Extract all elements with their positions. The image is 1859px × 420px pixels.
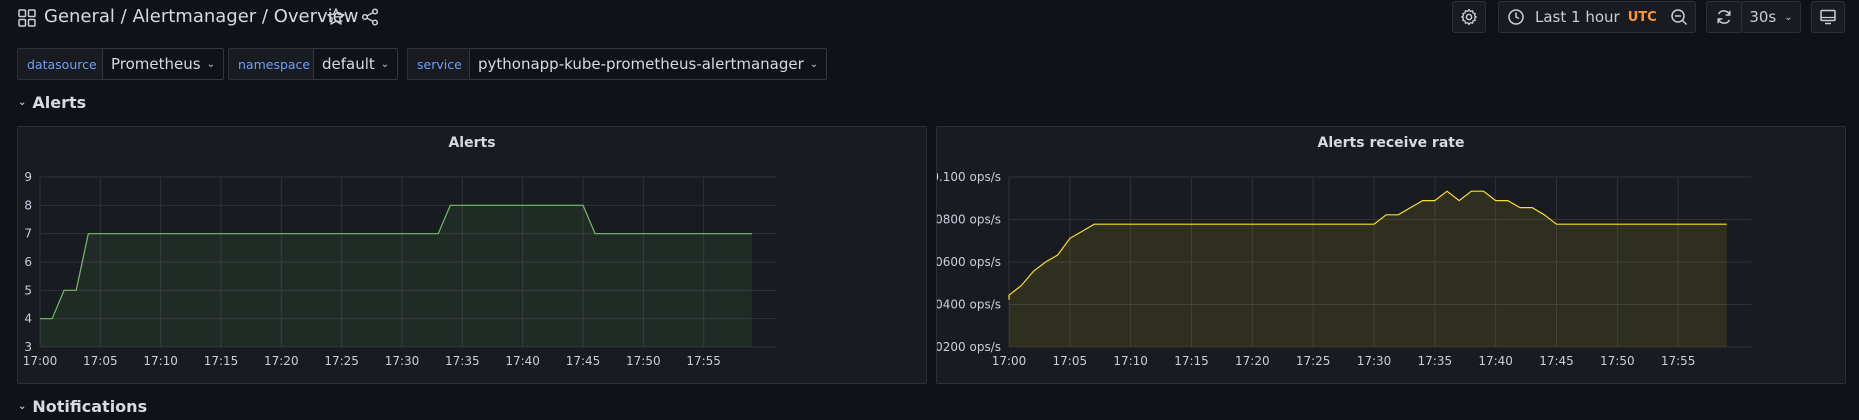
x-tick-label: 17:45: [566, 354, 601, 368]
y-tick-label: 0.0800 ops/s: [937, 213, 1001, 227]
x-tick-label: 17:50: [1600, 354, 1635, 368]
x-tick-label: 17:35: [445, 354, 480, 368]
y-tick-label: 6: [24, 255, 32, 269]
chevron-down-icon: ⌄: [380, 58, 390, 70]
breadcrumb[interactable]: General / Alertmanager / Overview: [44, 6, 358, 27]
refresh-icon: [1717, 10, 1731, 24]
variable-label-datasource: datasource: [17, 48, 107, 80]
x-tick-label: 17:50: [626, 354, 661, 368]
x-tick-label: 17:25: [1296, 354, 1331, 368]
y-tick-label: 0.100 ops/s: [937, 170, 1001, 184]
y-tick-label: 9: [24, 170, 32, 184]
time-range-label: Last 1 hour: [1535, 8, 1620, 26]
x-tick-label: 17:40: [1478, 354, 1513, 368]
y-tick-label: 0.0400 ops/s: [937, 298, 1001, 312]
alerts-receive-rate-chart: 0.0200 ops/s 0.0400 ops/s 0.0600 ops/s 0.08…: [937, 170, 1751, 368]
variable-label-namespace: namespace: [228, 48, 321, 80]
gear-icon: [1461, 8, 1477, 26]
chevron-down-icon: ⌄: [206, 58, 215, 70]
variable-select-namespace[interactable]: default ⌄: [313, 48, 399, 80]
tv-mode-button[interactable]: [1811, 1, 1845, 33]
y-tick-label: 3: [24, 340, 32, 354]
row-toggle-alerts[interactable]: ⌄ Alerts: [18, 93, 86, 112]
variable-select-datasource[interactable]: Prometheus ⌄: [102, 48, 224, 80]
zoom-out-button[interactable]: [1662, 1, 1696, 33]
x-tick-label: 17:10: [1113, 354, 1148, 368]
variable-value: Prometheus: [111, 55, 201, 73]
x-tick-label: 17:40: [505, 354, 540, 368]
x-tick-label: 17:55: [1661, 354, 1696, 368]
variable-label-service: service: [407, 48, 472, 80]
template-variables: datasource Prometheus ⌄ namespace defaul…: [0, 48, 1859, 82]
alerts-chart: 3 4 5 6 7 8 9 17:00 17:05 17:10 17:15 17:20 17:25 17:…: [23, 170, 776, 368]
refresh-interval-picker[interactable]: 30s ⌄: [1741, 1, 1801, 33]
chevron-down-icon: ⌄: [1784, 11, 1793, 23]
chevron-down-icon: ⌄: [809, 58, 819, 70]
y-tick-label: 7: [24, 227, 32, 241]
x-tick-label: 17:20: [1235, 354, 1270, 368]
series-area: [40, 205, 752, 347]
apps-icon[interactable]: [18, 9, 36, 27]
series-area: [1009, 191, 1727, 347]
y-tick-label: 5: [24, 283, 32, 297]
x-tick-label: 17:20: [264, 354, 299, 368]
zoom-out-icon: [1670, 9, 1687, 26]
settings-button[interactable]: [1452, 1, 1486, 33]
tv-icon: [1820, 9, 1836, 25]
x-tick-label: 17:00: [992, 354, 1027, 368]
row-title: Notifications: [32, 397, 148, 416]
x-tick-label: 17:15: [204, 354, 239, 368]
y-tick-label: 8: [24, 198, 32, 212]
y-tick-label: 0.0600 ops/s: [937, 255, 1001, 269]
x-tick-label: 17:30: [385, 354, 420, 368]
timezone-label: UTC: [1627, 9, 1657, 25]
x-tick-label: 17:00: [23, 354, 58, 368]
x-tick-label: 17:05: [83, 354, 118, 368]
x-tick-label: 17:30: [1357, 354, 1392, 368]
star-icon[interactable]: [326, 7, 346, 27]
refresh-interval-label: 30s: [1749, 8, 1777, 26]
variable-value: default: [322, 55, 375, 73]
x-tick-label: 17:15: [1174, 354, 1209, 368]
chevron-down-icon: ⌄: [18, 401, 27, 412]
row-title: Alerts: [32, 93, 87, 112]
panel-alerts-receive-rate[interactable]: Alerts receive rate 0.0200 ops/s0.0400 o…: [936, 126, 1846, 384]
panel-alerts[interactable]: Alerts 3 4 5 6 7 8 9 17:00 17:05 17:10 17:15 17:20 1…: [17, 126, 927, 384]
x-tick-label: 17:35: [1418, 354, 1453, 368]
x-tick-label: 17:05: [1053, 354, 1088, 368]
x-tick-label: 17:25: [324, 354, 359, 368]
y-tick-label: 0.0200 ops/s: [937, 340, 1001, 354]
variable-select-service[interactable]: pythonapp-kube-prometheus-alertmanager ⌄: [469, 48, 828, 80]
row-toggle-notifications[interactable]: ⌄ Notifications: [18, 397, 147, 416]
refresh-button[interactable]: [1706, 1, 1742, 33]
chevron-down-icon: ⌄: [18, 97, 27, 108]
x-tick-label: 17:10: [143, 354, 178, 368]
dashboard-navbar: General / Alertmanager / Overview Last 1…: [0, 0, 1859, 36]
variable-value: pythonapp-kube-prometheus-alertmanager: [478, 55, 804, 73]
y-tick-label: 4: [24, 312, 32, 326]
x-tick-label: 17:45: [1539, 354, 1574, 368]
share-icon[interactable]: [360, 7, 380, 27]
clock-icon: [1508, 9, 1524, 25]
x-tick-label: 17:55: [686, 354, 721, 368]
